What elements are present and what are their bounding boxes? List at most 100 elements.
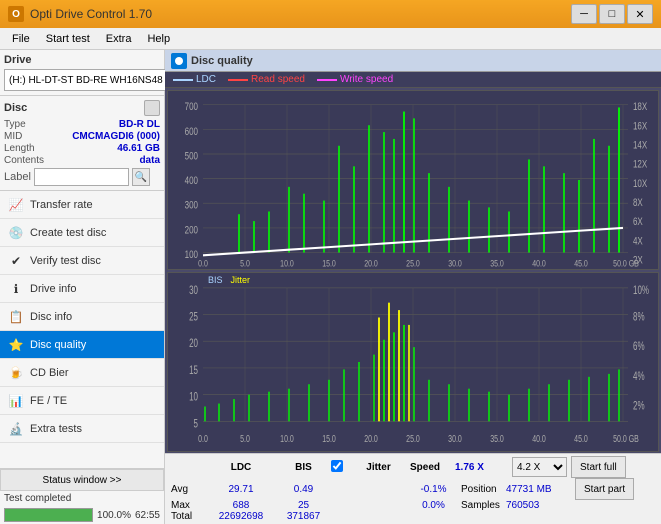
svg-text:18X: 18X [633,101,648,114]
svg-text:500: 500 [185,150,198,163]
max-ldc-value: 688 [206,500,276,511]
speed-column-header: Speed [410,462,455,473]
svg-text:10: 10 [189,391,198,404]
transfer-rate-icon: 📈 [8,197,24,213]
menu-start-test[interactable]: Start test [38,31,98,47]
svg-text:10.0: 10.0 [280,257,294,268]
svg-text:4X: 4X [633,235,643,248]
disc-label-go-button[interactable]: 🔍 [132,168,150,186]
nav-fe-te[interactable]: 📊 FE / TE [0,387,164,415]
total-label: Total [171,511,206,522]
close-button[interactable]: ✕ [627,4,653,24]
menu-bar: File Start test Extra Help [0,28,661,50]
disc-label: Disc [4,102,27,114]
menu-extra[interactable]: Extra [98,31,140,47]
bis-column-header: BIS [276,462,331,473]
svg-text:50.0 GB: 50.0 GB [613,433,639,445]
bis-chart-svg: 30 25 20 15 10 5 10% 8% 6% 4% 2% [168,273,658,451]
disc-info-icon: 📋 [8,309,24,325]
nav-extra-tests[interactable]: 🔬 Extra tests [0,415,164,443]
total-bis-value: 371867 [276,511,331,522]
nav-disc-quality[interactable]: ⭐ Disc quality [0,331,164,359]
samples-label: Samples [461,500,506,511]
svg-text:30.0: 30.0 [448,257,462,268]
svg-text:300: 300 [185,200,198,213]
nav-create-test-disc[interactable]: 💿 Create test disc [0,219,164,247]
jitter-checkbox[interactable] [331,460,343,472]
svg-text:40.0: 40.0 [532,257,546,268]
svg-text:0.0: 0.0 [198,433,208,445]
title-bar: O Opti Drive Control 1.70 ─ □ ✕ [0,0,661,28]
svg-text:6%: 6% [633,341,645,354]
max-bis-value: 25 [276,500,331,511]
svg-text:600: 600 [185,126,198,139]
app-title: Opti Drive Control 1.70 [30,7,152,21]
content-area: Disc quality LDC Read speed Write speed [165,50,661,524]
max-row: Max 688 25 0.0% Samples 760503 [171,500,655,511]
svg-text:6X: 6X [633,216,643,229]
disc-label-label: Label [4,171,31,183]
disc-length-value: 46.61 GB [117,143,160,154]
avg-label: Avg [171,484,206,495]
ldc-legend-label: LDC [196,74,216,85]
window-controls: ─ □ ✕ [571,4,653,24]
svg-text:400: 400 [185,175,198,188]
avg-bis-value: 0.49 [276,484,331,495]
stats-section: LDC BIS Jitter Speed 1.76 X 4.2 X Start … [165,453,661,524]
svg-text:15.0: 15.0 [322,257,336,268]
elapsed-time: 62:55 [135,510,160,521]
write-speed-legend-label: Write speed [340,74,393,85]
cd-bier-icon: 🍺 [8,365,24,381]
position-value: 47731 MB [506,484,571,495]
progress-row: 100.0% 62:55 [0,506,164,524]
fe-te-icon: 📊 [8,393,24,409]
stats-headers: LDC BIS Jitter Speed 1.76 X 4.2 X Start … [171,456,655,478]
progress-bar [4,508,93,522]
svg-text:35.0: 35.0 [490,433,504,445]
svg-text:30.0: 30.0 [448,433,462,445]
nav-cd-bier[interactable]: 🍺 CD Bier [0,359,164,387]
svg-text:25: 25 [189,311,198,324]
disc-type-label: Type [4,119,26,130]
verify-test-disc-icon: ✔ [8,253,24,269]
svg-text:25.0: 25.0 [406,433,420,445]
total-row: Total 22692698 371867 [171,511,655,522]
svg-text:14X: 14X [633,139,648,152]
minimize-button[interactable]: ─ [571,4,597,24]
svg-text:35.0: 35.0 [490,257,504,268]
svg-text:10%: 10% [633,284,649,297]
disc-label-input[interactable] [34,168,129,186]
status-window-button[interactable]: Status window >> [0,469,164,491]
disc-length-label: Length [4,143,35,154]
maximize-button[interactable]: □ [599,4,625,24]
svg-text:4%: 4% [633,370,645,383]
nav-disc-info[interactable]: 📋 Disc info [0,303,164,331]
start-part-button[interactable]: Start part [575,478,634,500]
svg-text:40.0: 40.0 [532,433,546,445]
nav-disc-quality-label: Disc quality [30,339,86,351]
svg-text:15: 15 [189,364,198,377]
svg-text:5.0: 5.0 [240,433,250,445]
disc-quality-header: Disc quality [165,50,661,72]
nav-fe-te-label: FE / TE [30,395,67,407]
nav-verify-test-disc[interactable]: ✔ Verify test disc [0,247,164,275]
disc-type-value: BD-R DL [119,119,160,130]
write-speed-legend-line [317,79,337,81]
create-test-disc-icon: 💿 [8,225,24,241]
menu-help[interactable]: Help [139,31,178,47]
status-bar: Status window >> Test completed 100.0% 6… [0,468,164,524]
jitter-column-header: Jitter [351,462,406,473]
nav-create-test-disc-label: Create test disc [30,227,106,239]
nav-transfer-rate[interactable]: 📈 Transfer rate [0,191,164,219]
svg-text:20.0: 20.0 [364,257,378,268]
scan-speed-selector[interactable]: 4.2 X [512,457,567,477]
start-full-button[interactable]: Start full [571,456,626,478]
nav-drive-info[interactable]: ℹ Drive info [0,275,164,303]
disc-quality-title: Disc quality [191,55,253,67]
status-text: Test completed [0,491,164,506]
main-area: Drive (H:) HL-DT-ST BD-RE WH16NS48 1.D3 … [0,50,661,524]
speed-column-value: 1.76 X [455,462,510,473]
menu-file[interactable]: File [4,31,38,47]
svg-text:45.0: 45.0 [574,433,588,445]
checkbox-area [331,460,351,475]
